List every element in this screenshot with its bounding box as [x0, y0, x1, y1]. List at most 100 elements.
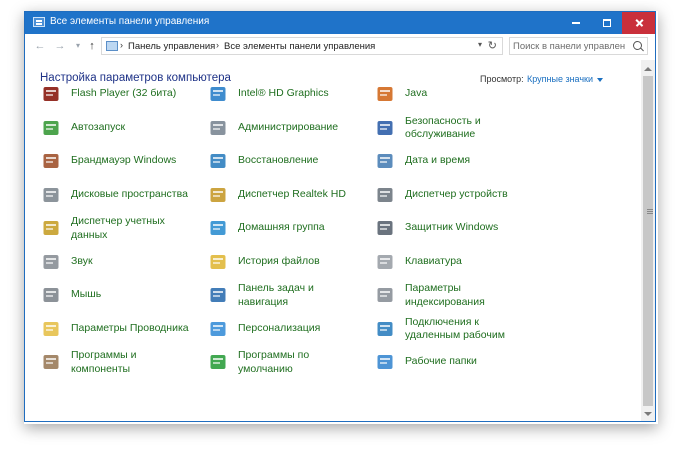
scrollbar-thumb[interactable] [643, 76, 653, 406]
title-bar[interactable]: Все элементы панели управления [25, 12, 655, 34]
control-panel-item[interactable]: Диспетчер устройств [376, 180, 541, 208]
control-panel-item[interactable]: Клавиатура [376, 247, 541, 275]
storage-spaces-icon [42, 186, 60, 204]
control-panel-item-label: Автозапуск [71, 120, 126, 133]
scroll-up-arrow-icon[interactable] [644, 67, 652, 71]
control-panel-item[interactable]: Персонализация [209, 314, 374, 342]
java-icon [376, 85, 394, 103]
control-panel-item-label: Администрирование [238, 120, 339, 133]
indexing-options-icon [376, 286, 394, 304]
control-panel-item[interactable]: Параметры индексирования [376, 280, 541, 308]
control-panel-item[interactable]: Параметры Проводника [42, 314, 207, 342]
mouse-icon [42, 286, 60, 304]
keyboard-icon [376, 253, 394, 271]
control-panel-item-label: Java [405, 87, 428, 99]
control-panel-item[interactable]: Домашняя группа [209, 213, 374, 241]
close-button[interactable] [622, 12, 655, 34]
control-panel-item[interactable]: Защитник Windows [376, 213, 541, 241]
control-panel-item-label: Параметры Проводника [71, 321, 189, 334]
control-panel-item-label: Параметры индексирования [405, 282, 485, 308]
control-panel-item-label: История файлов [238, 254, 320, 267]
control-panel-item-label: Звук [71, 254, 93, 267]
control-panel-item[interactable]: Дата и время [376, 146, 541, 174]
control-panel-item-label: Панель задач и навигация [238, 282, 314, 308]
control-panel-item-label: Подключения к удаленным рабочим [405, 315, 505, 342]
control-panel-item-label: Безопасность и обслуживание [405, 114, 481, 141]
recovery-icon [209, 152, 227, 170]
control-panel-item[interactable]: Подключения к удаленным рабочим [376, 314, 541, 342]
search-icon[interactable] [633, 41, 642, 50]
content-area: Настройка параметров компьютера Просмотр… [25, 60, 641, 421]
control-panel-item-label: Flash Player (32 бита) [71, 87, 177, 99]
control-panel-item-label: Защитник Windows [405, 221, 499, 233]
taskbar-icon [209, 286, 227, 304]
file-explorer-options-icon [42, 320, 60, 338]
navigation-bar: ← → ▾ ↑ › Панель управления › Все элемен… [25, 34, 655, 60]
windows-defender-icon [376, 219, 394, 237]
control-panel-item[interactable]: Мышь [42, 280, 207, 308]
control-panel-item[interactable]: Рабочие папки [376, 347, 541, 375]
control-panel-item-label: Домашняя группа [238, 221, 325, 233]
control-panel-icon [33, 17, 45, 27]
address-dropdown-icon[interactable]: ▾ [478, 40, 482, 49]
address-bar[interactable]: › Панель управления › Все элементы панел… [101, 37, 503, 55]
control-panel-item[interactable]: Программы и компоненты [42, 347, 207, 375]
control-panel-window: Все элементы панели управления ← → ▾ ↑ ›… [24, 11, 656, 422]
control-panel-item-label: Рабочие папки [405, 355, 477, 367]
control-panel-item[interactable]: Программы по умолчанию [209, 347, 374, 375]
scroll-down-arrow-icon[interactable] [644, 412, 652, 416]
recent-locations-chevron-icon[interactable]: ▾ [71, 39, 85, 53]
realtek-icon [209, 186, 227, 204]
control-panel-item-label: Диспетчер учетных данных [71, 215, 165, 241]
search-input[interactable] [513, 39, 625, 53]
remote-desktop-icon [376, 320, 394, 338]
breadcrumb-all-items[interactable]: Все элементы панели управления [224, 41, 375, 52]
control-panel-item-label: Дисковые пространства [71, 187, 188, 200]
control-panel-item[interactable]: Восстановление [209, 146, 374, 174]
control-panel-item[interactable]: Панель задач и навигация [209, 280, 374, 308]
control-panel-item[interactable]: Диспетчер Realtek HD [209, 180, 374, 208]
firewall-icon [42, 152, 60, 170]
control-panel-item[interactable]: Flash Player (32 бита) [42, 79, 207, 107]
control-panel-item-label: Мышь [71, 288, 102, 300]
vertical-scrollbar[interactable] [641, 60, 655, 421]
control-panel-item[interactable]: Intel® HD Graphics [209, 79, 374, 107]
control-panel-item-label: Брандмауэр Windows [71, 154, 177, 166]
control-panel-address-icon [106, 41, 118, 51]
flash-player-icon [42, 85, 60, 103]
up-arrow-icon[interactable]: ↑ [85, 39, 99, 53]
control-panel-item[interactable]: Администрирование [209, 113, 374, 141]
control-panel-item[interactable]: Дисковые пространства [42, 180, 207, 208]
device-manager-icon [376, 186, 394, 204]
scrollbar-grip-icon [647, 209, 653, 214]
breadcrumb-separator-icon[interactable]: › [120, 40, 123, 50]
control-panel-item-label: Восстановление [238, 154, 319, 166]
administrative-tools-icon [209, 119, 227, 137]
forward-arrow-icon[interactable]: → [53, 39, 67, 53]
security-flag-icon [376, 119, 394, 137]
control-panel-item-label: Диспетчер устройств [405, 187, 508, 200]
control-panel-item[interactable]: Безопасность и обслуживание [376, 113, 541, 141]
minimize-button[interactable] [562, 12, 592, 34]
search-box[interactable] [509, 37, 648, 55]
credential-manager-icon [42, 219, 60, 237]
homegroup-icon [209, 219, 227, 237]
refresh-icon[interactable]: ↻ [488, 39, 497, 52]
control-panel-item[interactable]: Java [376, 79, 541, 107]
maximize-button[interactable] [592, 12, 622, 34]
control-panel-item-label: Персонализация [238, 321, 321, 334]
breadcrumb-separator-icon[interactable]: › [216, 40, 219, 50]
default-programs-icon [209, 353, 227, 371]
control-panel-item[interactable]: Диспетчер учетных данных [42, 213, 207, 241]
control-panel-item-label: Программы и компоненты [71, 349, 137, 375]
control-panel-item[interactable]: Автозапуск [42, 113, 207, 141]
programs-features-icon [42, 353, 60, 371]
control-panel-item-label: Диспетчер Realtek HD [238, 187, 346, 200]
control-panel-item[interactable]: Звук [42, 247, 207, 275]
control-panel-item[interactable]: История файлов [209, 247, 374, 275]
control-panel-item-label: Intel® HD Graphics [238, 87, 329, 99]
control-panel-item[interactable]: Брандмауэр Windows [42, 146, 207, 174]
breadcrumb-control-panel[interactable]: Панель управления [128, 41, 215, 52]
window-title: Все элементы панели управления [50, 16, 210, 27]
back-arrow-icon[interactable]: ← [33, 39, 47, 53]
